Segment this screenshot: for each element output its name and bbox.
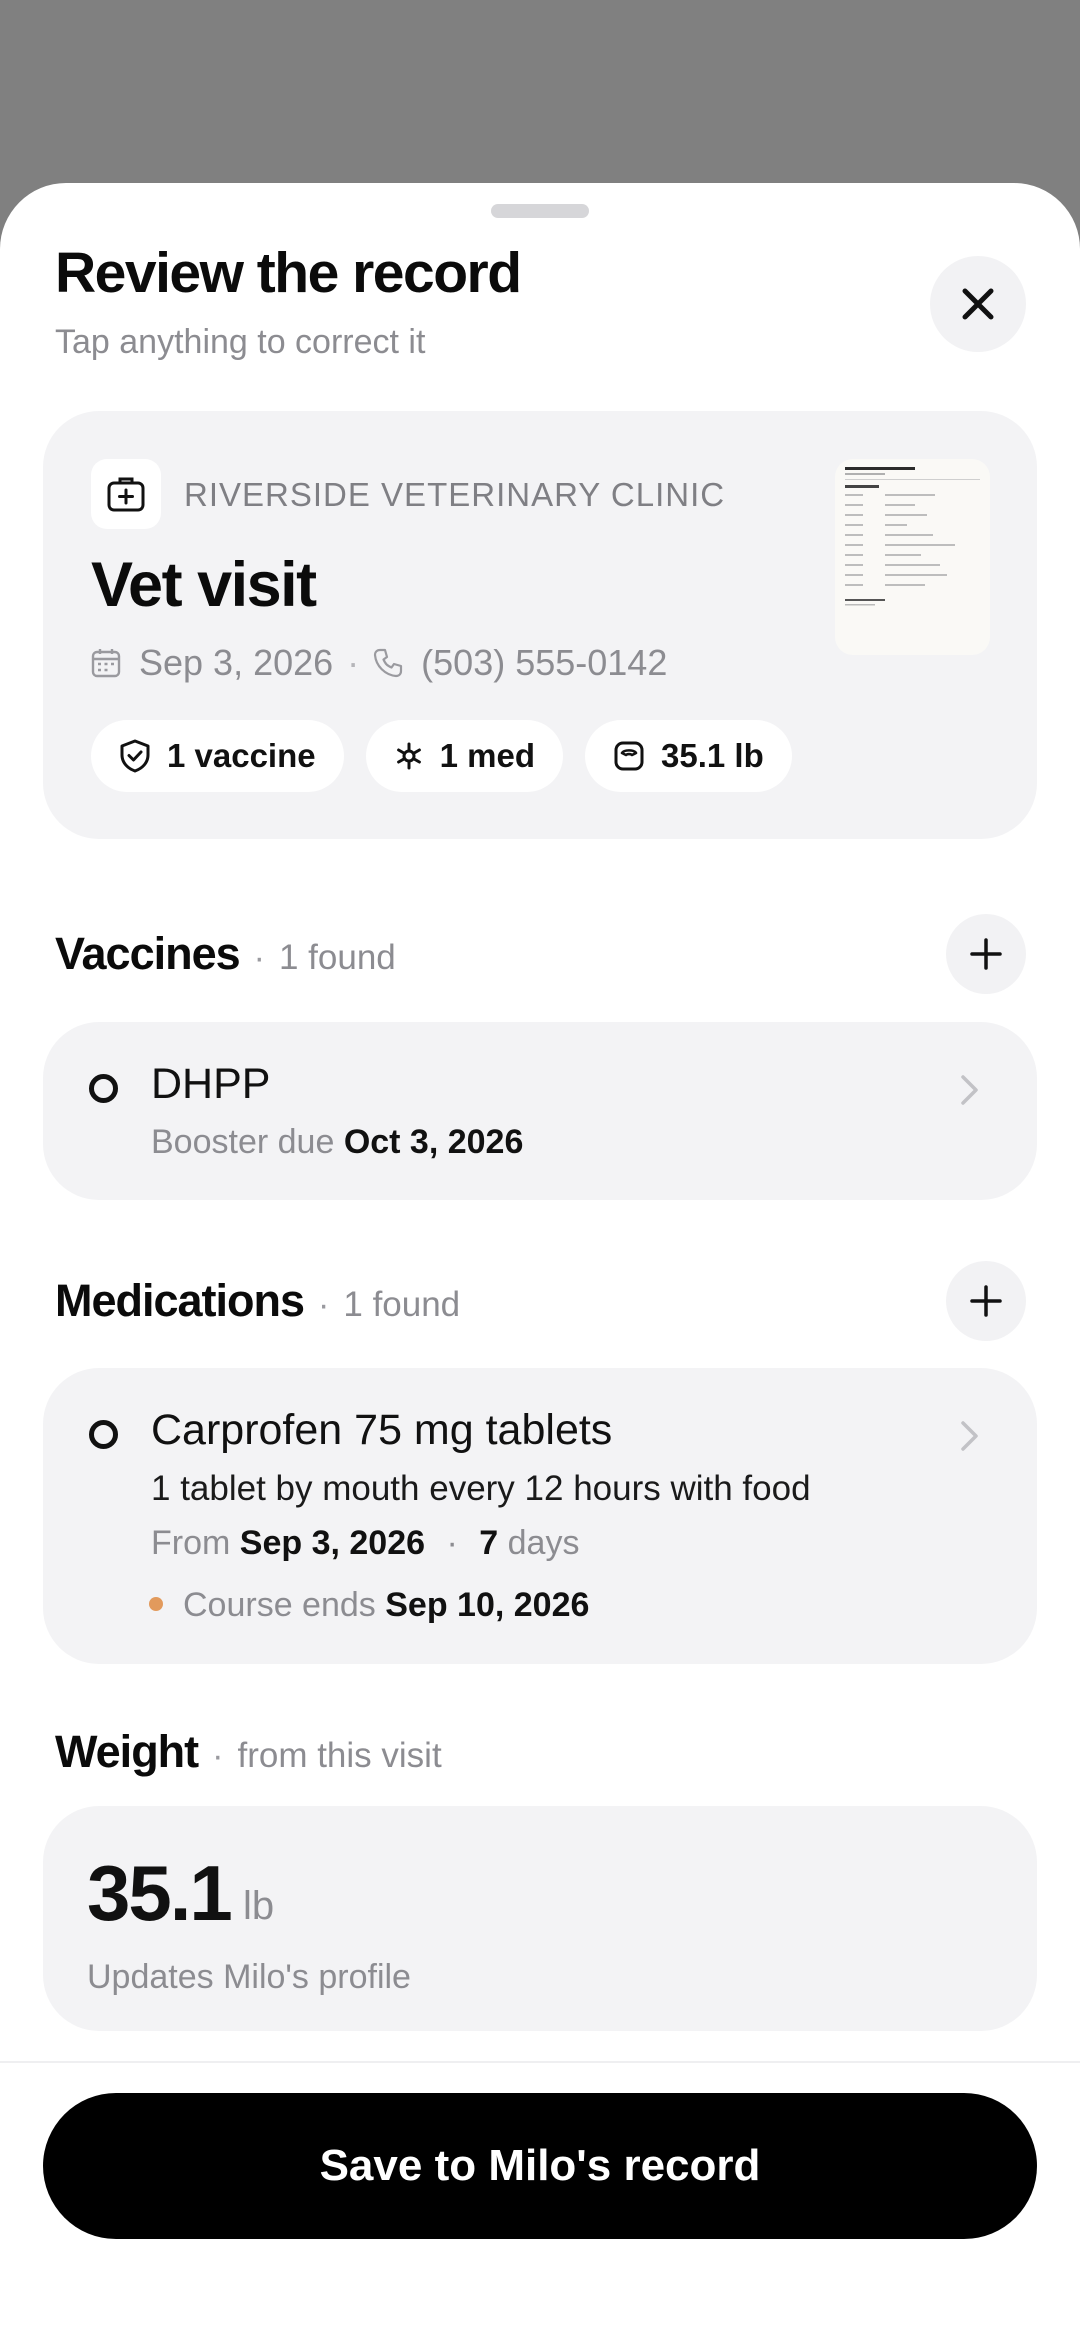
clinic-icon <box>91 459 161 529</box>
phone-icon <box>374 648 403 678</box>
medications-title: Medications <box>55 1275 305 1326</box>
chevron-right-icon <box>961 1075 978 1105</box>
status-ring-icon <box>89 1074 118 1103</box>
med-count-chip[interactable]: 1 med <box>365 720 563 792</box>
close-icon <box>962 288 994 320</box>
review-sheet: Review the record Tap anything to correc… <box>0 183 1080 2340</box>
add-medication-button[interactable] <box>946 1261 1026 1341</box>
document-thumbnail[interactable] <box>835 459 990 655</box>
scale-icon <box>614 741 644 771</box>
calendar-icon <box>91 649 121 678</box>
chevron-right-icon <box>961 1421 978 1451</box>
visit-meta: Sep 3, 2026 · (503) 555-0142 <box>91 642 667 684</box>
medications-header: Medications · 1 found <box>55 1275 461 1326</box>
start-date: Sep 3, 2026 <box>239 1524 426 1562</box>
vaccines-header: Vaccines · 1 found <box>55 928 396 979</box>
medication-card[interactable]: Carprofen 75 mg tablets 1 tablet by mout… <box>43 1368 1037 1664</box>
summary-chips: 1 vaccine 1 med 35.1 lb <box>91 720 792 792</box>
pill-icon <box>396 742 421 770</box>
visit-date[interactable]: Sep 3, 2026 <box>139 642 333 684</box>
medications-count: 1 found <box>343 1285 461 1324</box>
footer-divider <box>0 2061 1080 2063</box>
medication-schedule-line: From Sep 3, 2026 · 7 days <box>151 1524 580 1562</box>
course-end-date: Sep 10, 2026 <box>385 1586 590 1624</box>
vaccines-title: Vaccines <box>55 928 241 979</box>
vaccine-count-chip[interactable]: 1 vaccine <box>91 720 344 792</box>
plus-icon <box>970 1285 1002 1317</box>
weight-title: Weight <box>55 1726 199 1777</box>
chip-label: 1 vaccine <box>167 737 316 774</box>
chip-label: 1 med <box>439 737 535 774</box>
visit-summary-card[interactable]: RIVERSIDE VETERINARY CLINIC Vet visit Se… <box>43 411 1037 839</box>
weight-header: Weight · from this visit <box>55 1726 442 1777</box>
weight-chip[interactable]: 35.1 lb <box>585 720 792 792</box>
course-status-dot <box>149 1597 163 1612</box>
visit-title[interactable]: Vet visit <box>91 554 317 617</box>
vaccine-name: DHPP <box>151 1060 271 1108</box>
weight-card[interactable]: 35.1 lb Updates Milo's profile <box>43 1806 1037 2031</box>
page-subtitle: Tap anything to correct it <box>55 323 426 361</box>
page-title: Review the record <box>55 241 522 305</box>
chip-label: 35.1 lb <box>661 737 764 774</box>
weight-source: from this visit <box>237 1736 442 1775</box>
meta-separator: · <box>347 642 360 683</box>
weight-unit: lb <box>243 1884 275 1928</box>
sheet-grabber[interactable] <box>491 204 589 218</box>
add-vaccine-button[interactable] <box>946 914 1026 994</box>
course-end-line: Course ends Sep 10, 2026 <box>149 1586 589 1625</box>
vaccines-count: 1 found <box>278 938 396 977</box>
duration-number: 7 <box>479 1524 499 1562</box>
vaccine-card[interactable]: DHPP Booster due Oct 3, 2026 <box>43 1022 1037 1200</box>
close-button[interactable] <box>930 256 1026 352</box>
clinic-name[interactable]: RIVERSIDE VETERINARY CLINIC <box>184 476 725 514</box>
plus-icon <box>970 938 1002 970</box>
booster-due-date: Oct 3, 2026 <box>343 1123 524 1161</box>
medication-name: Carprofen 75 mg tablets <box>151 1406 613 1454</box>
shield-check-icon <box>120 739 150 773</box>
vaccine-booster-line: Booster due Oct 3, 2026 <box>151 1123 524 1161</box>
weight-note: Updates Milo's profile <box>87 1958 411 1996</box>
status-ring-icon <box>89 1420 118 1449</box>
medication-dosage: 1 tablet by mouth every 12 hours with fo… <box>151 1469 811 1508</box>
save-button[interactable]: Save to Milo's record <box>43 2093 1037 2239</box>
weight-value: 35.1 <box>87 1849 233 1937</box>
clinic-phone[interactable]: (503) 555-0142 <box>421 642 667 684</box>
